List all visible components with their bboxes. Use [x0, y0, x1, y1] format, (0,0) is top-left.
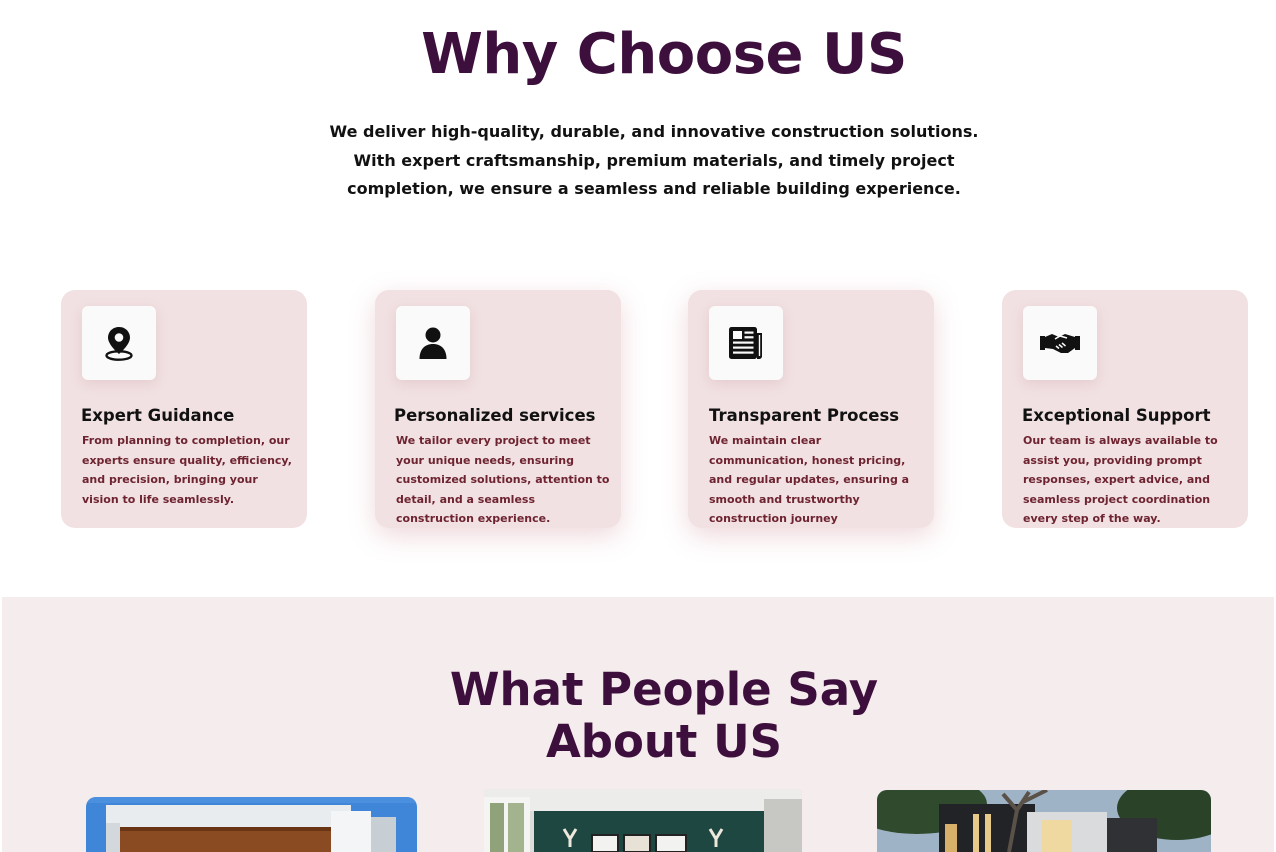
testimonial-photo-modern-house — [86, 797, 417, 852]
testimonial-photo-house-exterior — [877, 790, 1211, 852]
newspaper-icon — [729, 327, 762, 359]
feature-card-expert-guidance: Expert Guidance From planning to complet… — [61, 290, 307, 528]
feature-card-exceptional-support: Exceptional Support Our team is always a… — [1002, 290, 1248, 528]
user-icon — [419, 327, 447, 359]
testimonials-heading-line-2: About US — [545, 715, 783, 768]
feature-title: Exceptional Support — [1022, 406, 1211, 425]
feature-description: We maintain clear communication, honest … — [709, 434, 910, 526]
testimonials-heading-line-1: What People Say — [449, 663, 879, 716]
handshake-icon — [1040, 334, 1080, 353]
location-pin-icon — [105, 327, 133, 361]
feature-icon-box — [709, 306, 783, 380]
feature-card-personalized-services: Personalized services We tailor every pr… — [375, 290, 621, 528]
feature-icon-box — [396, 306, 470, 380]
feature-description: Our team is always available to assist y… — [1023, 434, 1218, 526]
feature-description: From planning to completion, our experts… — [82, 434, 292, 506]
testimonial-photo-interior-room — [484, 789, 802, 852]
feature-title: Transparent Process — [709, 406, 900, 425]
feature-title: Expert Guidance — [81, 406, 235, 425]
feature-description: We tailor every project to meet your uni… — [396, 434, 610, 526]
why-choose-us-intro: We deliver high-quality, durable, and in… — [329, 122, 979, 198]
why-choose-us-heading: Why Choose US — [421, 22, 907, 87]
feature-card-transparent-process: Transparent Process We maintain clear co… — [688, 290, 934, 528]
feature-icon-box — [82, 306, 156, 380]
feature-title: Personalized services — [394, 406, 596, 425]
testimonials-heading: What People Say About US — [0, 664, 1276, 768]
feature-icon-box — [1023, 306, 1097, 380]
